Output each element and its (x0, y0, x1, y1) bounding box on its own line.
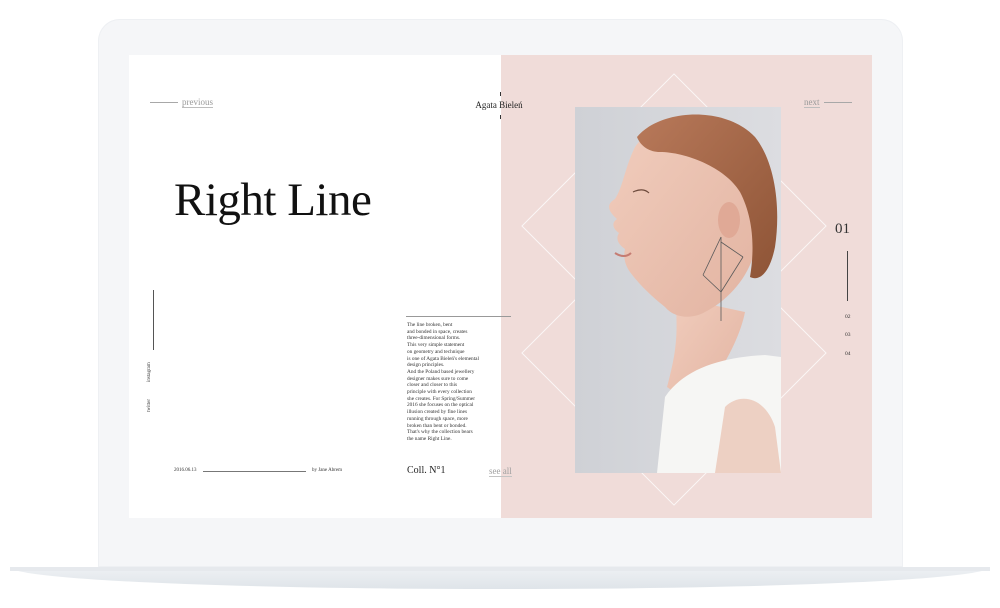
pager-divider (847, 251, 848, 301)
page-title: Right Line (174, 174, 372, 226)
instagram-link[interactable]: instagram (147, 362, 152, 382)
brand-tick (500, 115, 501, 119)
next-label: next (804, 97, 820, 108)
article-line: closer and closer to this (407, 382, 458, 389)
model-photo (575, 107, 781, 473)
article-line: three-dimensional forms. (407, 335, 461, 342)
model-photo-illustration (575, 107, 781, 473)
previous-label: previous (182, 97, 213, 108)
text-divider (406, 316, 511, 317)
article-line: the name Right Line. (407, 435, 452, 442)
twitter-link[interactable]: twitter (147, 399, 152, 412)
article-line: running through space, more (407, 415, 468, 422)
left-divider (153, 290, 154, 350)
brand-tick (500, 92, 501, 96)
byline: by Jane Abrem (312, 468, 342, 473)
article-line: This very simple statement (407, 342, 465, 349)
article-body: The line broken, bent and bonded in space… (407, 322, 507, 443)
article-line: on geometry and technique (407, 348, 465, 355)
article-line: is one of Agata Bieleń's elemental (407, 355, 479, 362)
publish-date: 2016.06.13 (174, 468, 197, 473)
website-screen: previous Agata Bieleń next Right Line in… (129, 55, 872, 518)
next-line (823, 102, 852, 103)
collection-label: Coll. N°1 (407, 465, 446, 476)
article-line: principle with every collection (407, 389, 472, 396)
see-all-link[interactable]: see all (489, 466, 512, 477)
brand-name[interactable]: Agata Bieleń (464, 100, 534, 110)
pager-current[interactable]: 01 (835, 221, 850, 238)
article-line: And the Poland based jewellery (407, 368, 475, 375)
next-link[interactable]: next (804, 97, 852, 108)
article-line: That's why the collection bears (407, 429, 473, 436)
previous-line (150, 102, 178, 103)
article-line: designer makes sure to come (407, 375, 469, 382)
pager-item[interactable]: 04 (845, 351, 851, 357)
article-line: The line broken, bent (407, 322, 453, 328)
article-line: illusion created by fine lines (407, 409, 468, 416)
article-line: broken than bent or bonded. (407, 422, 467, 429)
pager-item[interactable]: 03 (845, 332, 851, 338)
footer-divider (203, 471, 306, 472)
pager-item[interactable]: 02 (845, 314, 851, 320)
previous-link[interactable]: previous (150, 97, 213, 108)
article-line: design principles. (407, 362, 445, 369)
laptop-base (10, 567, 990, 589)
